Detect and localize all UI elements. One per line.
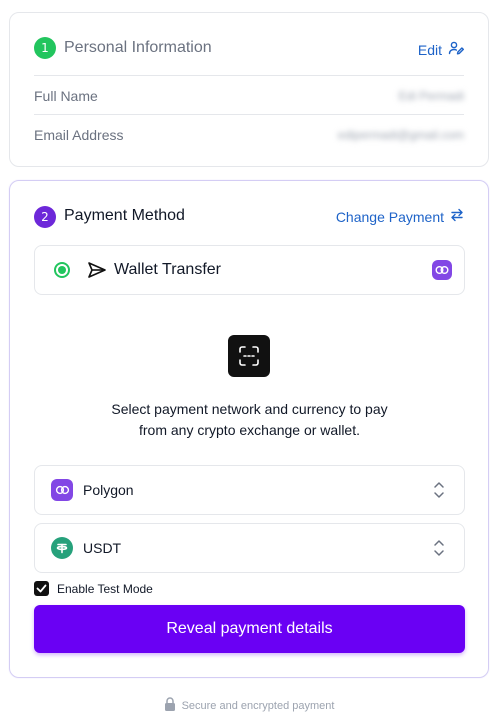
secure-text: Secure and encrypted payment xyxy=(181,699,335,712)
currency-select[interactable]: USDT xyxy=(34,523,465,573)
change-payment-label: Change Payment xyxy=(335,208,444,225)
reveal-payment-details-button[interactable]: Reveal payment details xyxy=(34,605,465,653)
email-value: edipermadi@gmail.com xyxy=(337,127,464,142)
test-mode-label: Enable Test Mode xyxy=(57,582,153,596)
lock-icon xyxy=(164,697,176,714)
change-payment-button[interactable]: Change Payment xyxy=(336,208,464,225)
step-number-2: 2 xyxy=(34,206,56,228)
secure-footer: Secure and encrypted payment xyxy=(0,697,498,714)
network-select-value: Polygon xyxy=(83,482,134,498)
polygon-icon xyxy=(432,260,452,280)
test-mode-checkbox[interactable] xyxy=(34,581,49,596)
wallet-transfer-radio[interactable] xyxy=(54,262,70,278)
full-name-value: Edi Permadi xyxy=(398,88,464,103)
send-plane-icon xyxy=(87,261,107,284)
swap-arrows-icon xyxy=(450,208,464,225)
checkmark-icon xyxy=(36,584,47,593)
full-name-label: Full Name xyxy=(34,87,98,104)
payment-description-line1: Select payment network and currency to p… xyxy=(111,401,388,417)
qr-scan-icon xyxy=(228,335,270,377)
select-chevrons-icon xyxy=(432,481,446,499)
step-number-1: 1 xyxy=(34,37,56,59)
edit-button[interactable]: Edit xyxy=(418,40,464,59)
edit-user-icon xyxy=(448,40,464,59)
full-name-row: Full Name Edi Permadi xyxy=(34,75,464,115)
network-select[interactable]: Polygon xyxy=(34,465,465,515)
payment-description: Select payment network and currency to p… xyxy=(34,399,465,441)
email-label: Email Address xyxy=(34,126,124,143)
wallet-transfer-label: Wallet Transfer xyxy=(114,261,221,278)
select-chevrons-icon xyxy=(432,539,446,557)
tether-icon xyxy=(51,537,73,559)
payment-method-title: Payment Method xyxy=(64,207,185,224)
currency-select-value: USDT xyxy=(83,540,122,556)
email-row: Email Address edipermadi@gmail.com xyxy=(34,114,464,154)
payment-method-card: 2 Payment Method Change Payment Wallet T… xyxy=(9,180,489,678)
edit-label: Edit xyxy=(417,41,442,58)
wallet-transfer-option[interactable]: Wallet Transfer xyxy=(34,245,465,295)
polygon-icon xyxy=(51,479,73,501)
personal-info-title: Personal Information xyxy=(64,39,212,56)
payment-description-line2: from any crypto exchange or wallet. xyxy=(139,422,360,438)
personal-info-card: 1 Personal Information Edit Full Name Ed… xyxy=(9,12,489,167)
